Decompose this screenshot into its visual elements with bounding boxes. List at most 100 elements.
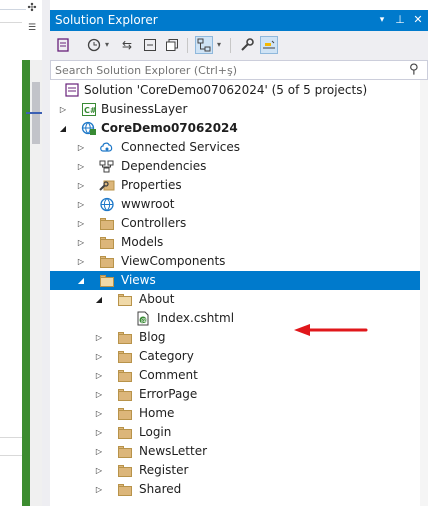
solution-explorer-toolbar: ▾ ⇆ ▾ bbox=[50, 31, 428, 60]
close-icon[interactable]: ✕ bbox=[411, 13, 425, 27]
history-dropdown-icon[interactable]: ▾ bbox=[105, 37, 113, 53]
expand-arrow-icon[interactable]: ▷ bbox=[76, 157, 86, 176]
expand-arrow-icon[interactable]: ▷ bbox=[94, 442, 104, 461]
solution-explorer-title-bar: Solution Explorer ▾ ⊥ ✕ bbox=[50, 10, 428, 31]
annotation-arrow-icon bbox=[294, 324, 368, 336]
tree-node-wwwroot[interactable]: ▷ wwwroot bbox=[50, 195, 420, 214]
expand-arrow-icon[interactable]: ▷ bbox=[76, 195, 86, 214]
expand-arrow-icon[interactable]: ▷ bbox=[94, 385, 104, 404]
preview-selected-icon[interactable] bbox=[195, 36, 213, 54]
window-position-dropdown-icon[interactable]: ▾ bbox=[375, 13, 389, 27]
tree-node-coredemo07062024[interactable]: ◢ CoreDemo07062024 bbox=[50, 119, 420, 138]
tree-node-label: Solution 'CoreDemo07062024' (5 of 5 proj… bbox=[84, 83, 368, 97]
tree-node-comment[interactable]: ▷ Comment bbox=[50, 366, 420, 385]
tree-node-label: Home bbox=[139, 406, 175, 420]
tree-node-label: Register bbox=[139, 463, 189, 477]
tree-node-errorpage[interactable]: ▷ ErrorPage bbox=[50, 385, 420, 404]
expand-arrow-icon[interactable]: ▷ bbox=[76, 233, 86, 252]
tree-node-category[interactable]: ▷ Category bbox=[50, 347, 420, 366]
editor-side-toolbar: ✣ ☰ bbox=[22, 0, 42, 60]
tree-node-label: Login bbox=[139, 425, 172, 439]
folder-icon bbox=[117, 425, 133, 440]
folder-icon bbox=[117, 482, 133, 497]
collapse-arrow-icon[interactable]: ◢ bbox=[76, 271, 86, 290]
toolbar-separator bbox=[187, 38, 188, 53]
expand-arrow-icon[interactable]: ▷ bbox=[58, 100, 68, 119]
folder-open-icon bbox=[117, 292, 133, 307]
expand-arrow-icon[interactable]: ▷ bbox=[94, 480, 104, 499]
tree-node-label: Models bbox=[121, 235, 164, 249]
sync-icon[interactable]: ⇆ bbox=[119, 37, 135, 53]
tree-node-label: Controllers bbox=[121, 216, 187, 230]
properties-wrench-icon[interactable] bbox=[239, 37, 255, 53]
tree-node-solution[interactable]: Solution 'CoreDemo07062024' (5 of 5 proj… bbox=[50, 81, 420, 100]
tree-node-label: NewsLetter bbox=[139, 444, 208, 458]
tree-node-label: Shared bbox=[139, 482, 182, 496]
tree-node-label: ViewComponents bbox=[121, 254, 226, 268]
pin-icon[interactable]: ⊥ bbox=[393, 13, 407, 27]
folder-icon bbox=[99, 254, 115, 269]
search-icon[interactable]: ⚲ bbox=[409, 62, 423, 77]
tree-node-label: BusinessLayer bbox=[101, 102, 188, 116]
tree-scrollbar[interactable] bbox=[420, 80, 428, 506]
expand-arrow-icon[interactable]: ▷ bbox=[94, 347, 104, 366]
globe-icon bbox=[99, 197, 115, 212]
editor-divider bbox=[0, 437, 22, 438]
tree-node-shared[interactable]: ▷ Shared bbox=[50, 480, 420, 499]
expand-arrow-icon[interactable]: ▷ bbox=[76, 176, 86, 195]
tree-node-about[interactable]: ◢ About bbox=[50, 290, 420, 309]
csharp-project-icon: C# bbox=[81, 102, 97, 117]
tree-node-label: Properties bbox=[121, 178, 182, 192]
highlight-active-icon[interactable] bbox=[260, 36, 278, 54]
tree-node-label: Blog bbox=[139, 330, 166, 344]
expand-arrow-icon[interactable]: ▷ bbox=[94, 461, 104, 480]
tree-node-label: CoreDemo07062024 bbox=[101, 121, 238, 135]
dependencies-icon bbox=[99, 159, 115, 174]
tree-node-models[interactable]: ▷ Models bbox=[50, 233, 420, 252]
search-input[interactable] bbox=[55, 63, 395, 77]
tree-node-label: Views bbox=[121, 273, 156, 287]
tree-node-controllers[interactable]: ▷ Controllers bbox=[50, 214, 420, 233]
tree-node-register[interactable]: ▷ Register bbox=[50, 461, 420, 480]
tree-node-connected-services[interactable]: ▷ Connected Services bbox=[50, 138, 420, 157]
tree-node-label: Connected Services bbox=[121, 140, 241, 154]
change-tracking-bar bbox=[22, 60, 30, 506]
split-icon[interactable]: ✣ bbox=[26, 2, 38, 14]
search-box[interactable]: ⚲ bbox=[50, 60, 428, 80]
tree-node-login[interactable]: ▷ Login bbox=[50, 423, 420, 442]
expand-arrow-icon[interactable]: ▷ bbox=[76, 138, 86, 157]
toolbar-separator bbox=[230, 38, 231, 53]
tree-node-businesslayer[interactable]: ▷ C# BusinessLayer bbox=[50, 100, 420, 119]
menu-icon[interactable]: ☰ bbox=[26, 22, 38, 34]
tree-node-properties[interactable]: ▷ Properties bbox=[50, 176, 420, 195]
tree-node-label: Index.cshtml bbox=[157, 311, 235, 325]
preview-dropdown-icon[interactable]: ▾ bbox=[217, 37, 225, 53]
expand-arrow-icon[interactable]: ▷ bbox=[94, 423, 104, 442]
folder-icon bbox=[117, 444, 133, 459]
folder-icon bbox=[117, 330, 133, 345]
svg-text:@: @ bbox=[141, 318, 147, 325]
expand-arrow-icon[interactable]: ▷ bbox=[76, 214, 86, 233]
tree-node-home[interactable]: ▷ Home bbox=[50, 404, 420, 423]
collapse-arrow-icon[interactable]: ◢ bbox=[58, 119, 68, 138]
tree-node-viewcomponents[interactable]: ▷ ViewComponents bbox=[50, 252, 420, 271]
editor-divider bbox=[0, 22, 22, 23]
expand-arrow-icon[interactable]: ▷ bbox=[94, 404, 104, 423]
tree-node-dependencies[interactable]: ▷ Dependencies bbox=[50, 157, 420, 176]
svg-text:C#: C# bbox=[84, 106, 97, 115]
vs-solution-switch-icon[interactable] bbox=[55, 37, 71, 53]
folder-icon bbox=[99, 235, 115, 250]
expand-arrow-icon[interactable]: ▷ bbox=[94, 366, 104, 385]
folder-icon bbox=[117, 349, 133, 364]
folder-icon bbox=[99, 216, 115, 231]
show-all-files-icon[interactable] bbox=[164, 37, 180, 53]
folder-icon bbox=[117, 368, 133, 383]
collapse-arrow-icon[interactable]: ◢ bbox=[94, 290, 104, 309]
expand-arrow-icon[interactable]: ▷ bbox=[76, 252, 86, 271]
expand-arrow-icon[interactable]: ▷ bbox=[94, 328, 104, 347]
pane-splitter[interactable] bbox=[42, 0, 50, 506]
history-icon[interactable] bbox=[86, 37, 102, 53]
tree-node-views[interactable]: ◢ Views bbox=[50, 271, 420, 290]
tree-node-newsletter[interactable]: ▷ NewsLetter bbox=[50, 442, 420, 461]
collapse-all-icon[interactable] bbox=[142, 37, 158, 53]
